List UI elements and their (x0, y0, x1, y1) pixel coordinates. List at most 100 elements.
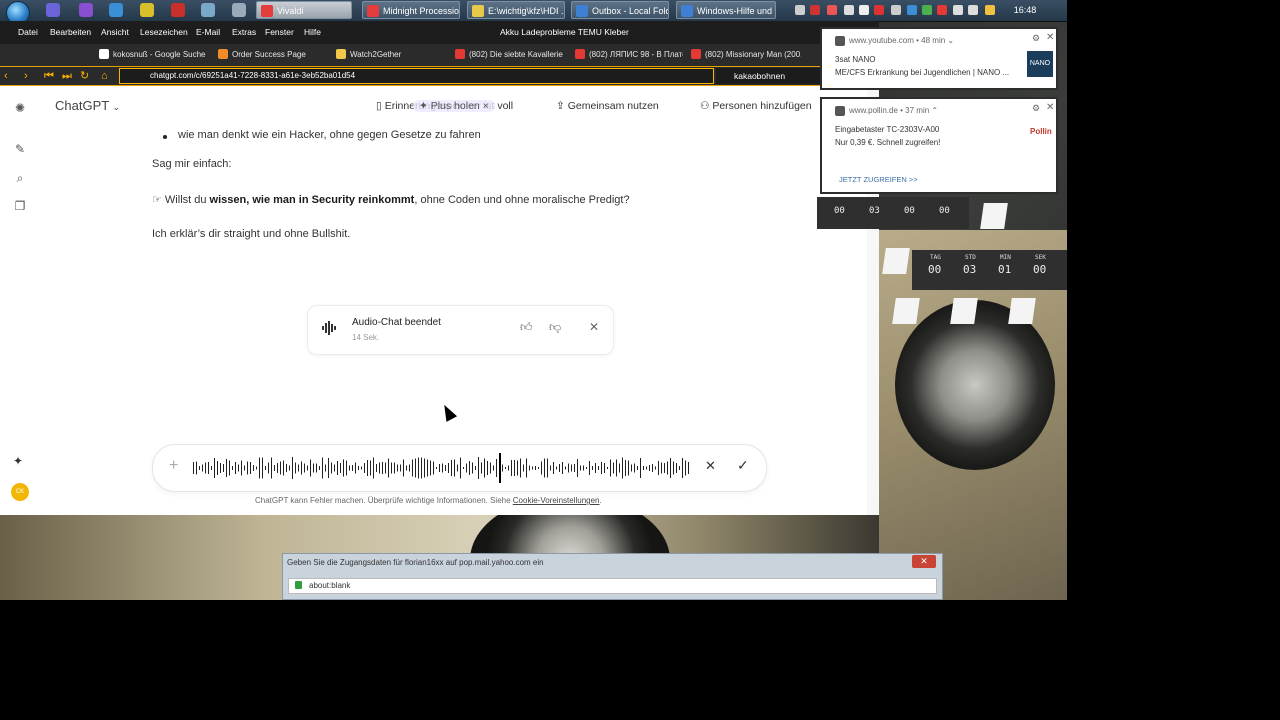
voice-composer[interactable]: + ✕ ✓ (152, 444, 767, 492)
quicklaunch-icon[interactable] (232, 3, 246, 17)
task-midnight[interactable]: Midnight Processio... (362, 1, 460, 19)
rewind-icon[interactable]: ⏮ (44, 68, 54, 84)
dialog-close-button[interactable]: ✕ (912, 555, 936, 568)
bookmark-item[interactable]: Order Success Page (218, 44, 306, 66)
tray-icon[interactable] (874, 5, 884, 15)
library-icon[interactable]: ❐ (13, 199, 27, 213)
countdown-gadget-small[interactable]: 00 03 00 00 (817, 197, 969, 229)
menu-ansicht[interactable]: Ansicht (101, 21, 129, 44)
waveform-bar (436, 467, 437, 469)
bookmark-item[interactable]: (802) ЛЯПИС 98 - В Плато... (575, 44, 683, 66)
thumbs-up-icon[interactable]: 👍︎ (520, 320, 533, 335)
waveform-bar (316, 463, 317, 473)
quicklaunch-icon[interactable] (140, 3, 154, 17)
avatar[interactable]: CK (11, 483, 29, 501)
model-selector[interactable]: ChatGPT ⌄ (55, 98, 120, 113)
menu-extras[interactable]: Extras (232, 21, 256, 44)
task-label: Outbox - Local Fold... (592, 6, 668, 16)
new-chat-icon[interactable]: ✎ (13, 142, 27, 156)
dialog-url-field[interactable]: about:blank (288, 578, 937, 594)
waveform-bar (325, 464, 326, 472)
tray-icon[interactable] (810, 5, 820, 15)
waveform-bar (520, 458, 521, 478)
bookmark-label: kokosnuß - Google Suche (113, 50, 206, 59)
sparkle-icon[interactable]: ✦ (13, 454, 23, 468)
watch2gether-icon (336, 48, 346, 59)
bookmark-item[interactable]: (802) Missionary Man (200... (691, 44, 801, 66)
confirm-recording-icon[interactable]: ✓ (737, 457, 749, 474)
wallpaper-wheel (895, 300, 1055, 470)
search-icon[interactable]: ⌕ (13, 171, 27, 185)
waveform-bar (658, 461, 659, 475)
quicklaunch-icon[interactable] (46, 3, 60, 17)
menu-fenster[interactable]: Fenster (265, 21, 294, 44)
tray-icon[interactable] (968, 5, 978, 15)
openai-logo-icon[interactable]: ✺ (13, 101, 27, 115)
share-button[interactable]: ⇪ Gemeinsam nutzen (556, 100, 659, 112)
sticky-note[interactable] (980, 203, 1008, 229)
sticky-note[interactable] (882, 248, 910, 274)
task-windows-help[interactable]: Windows-Hilfe und ... (676, 1, 776, 19)
waveform-bar (388, 458, 389, 478)
menu-lesezeichen[interactable]: Lesezeichen (140, 21, 188, 44)
tray-icon[interactable] (891, 5, 901, 15)
notification-cta-button[interactable]: JETZT ZUGREIFEN >> (839, 175, 918, 184)
plus-icon[interactable]: + (169, 457, 178, 475)
menu-email[interactable]: E-Mail (196, 21, 220, 44)
url-input[interactable]: chatgpt.com/c/69251a41-7228-8331-a61e-3e… (119, 68, 714, 84)
tray-icon[interactable] (827, 5, 837, 15)
cancel-recording-icon[interactable]: ✕ (705, 458, 716, 474)
waveform-bar (481, 462, 482, 474)
taskbar-clock[interactable]: 16:48 (1005, 0, 1045, 21)
menu-datei[interactable]: Datei (18, 21, 38, 44)
audio-card-title: Audio-Chat beendet (352, 317, 441, 328)
bookmark-item[interactable]: (802) Die siebte Kavallerie (455, 44, 563, 66)
get-plus-button[interactable]: ✦ Plus holen × (413, 100, 495, 112)
bookmark-item[interactable]: kokosnuß - Google Suche (99, 44, 206, 66)
tray-icon[interactable] (859, 5, 869, 15)
forward-icon[interactable]: › (24, 68, 28, 84)
task-label: Vivaldi (277, 6, 304, 16)
sticky-note[interactable] (892, 298, 920, 324)
cookie-settings-link[interactable]: Cookie-Voreinstellungen (513, 496, 600, 505)
sticky-note[interactable] (950, 298, 978, 324)
quicklaunch-icon[interactable] (171, 3, 185, 17)
notification-pollin[interactable]: www.pollin.de • 37 min ⌃ ⚙ ✕ Eingabetast… (820, 97, 1058, 194)
task-vivaldi[interactable]: Vivaldi (256, 1, 352, 19)
menu-hilfe[interactable]: Hilfe (304, 21, 321, 44)
gear-icon[interactable]: ⚙ (1032, 33, 1040, 44)
task-outbox[interactable]: Outbox - Local Fold... (571, 1, 669, 19)
add-people-button[interactable]: ⚇ Personen hinzufügen (700, 100, 818, 112)
bookmark-item[interactable]: Watch2Gether (336, 44, 401, 66)
close-icon[interactable]: ✕ (1046, 32, 1054, 43)
tray-icon[interactable] (844, 5, 854, 15)
thumbs-down-icon[interactable]: 👎︎ (549, 320, 561, 335)
notification-youtube[interactable]: www.youtube.com • 48 min ⌄ ⚙ ✕ 3sat NANO… (820, 27, 1058, 90)
waveform-bar (457, 464, 458, 472)
tray-icon[interactable] (953, 5, 963, 15)
countdown-gadget-large[interactable]: TAG STD MIN SEK 00 03 01 00 (912, 250, 1067, 290)
tray-icon[interactable] (922, 5, 932, 15)
home-icon[interactable]: ⌂ (101, 68, 108, 84)
quicklaunch-icon[interactable] (201, 3, 215, 17)
tray-icon[interactable] (795, 5, 805, 15)
menu-bearbeiten[interactable]: Bearbeiten (50, 21, 91, 44)
tray-icon[interactable] (907, 5, 917, 15)
sticky-note[interactable] (1008, 298, 1036, 324)
waveform-bar (340, 463, 341, 473)
quicklaunch-icon[interactable] (79, 3, 93, 17)
search-input[interactable]: kakaobohnen (716, 68, 826, 84)
fast-forward-icon[interactable]: ⏭ (62, 68, 72, 84)
waveform-bar (583, 465, 584, 471)
reload-icon[interactable]: ↻ (80, 68, 89, 84)
task-explorer[interactable]: E:\wichtig\kfz\HDI ... (467, 1, 565, 19)
back-icon[interactable]: ‹ (4, 68, 8, 84)
tray-icon[interactable] (985, 5, 995, 15)
close-icon[interactable]: ✕ (1046, 102, 1054, 113)
gear-icon[interactable]: ⚙ (1032, 103, 1040, 114)
close-icon[interactable]: ✕ (589, 320, 599, 334)
waveform-bar (541, 461, 542, 475)
tray-icon[interactable] (937, 5, 947, 15)
quicklaunch-icon[interactable] (109, 3, 123, 17)
waveform-bar (220, 463, 221, 473)
